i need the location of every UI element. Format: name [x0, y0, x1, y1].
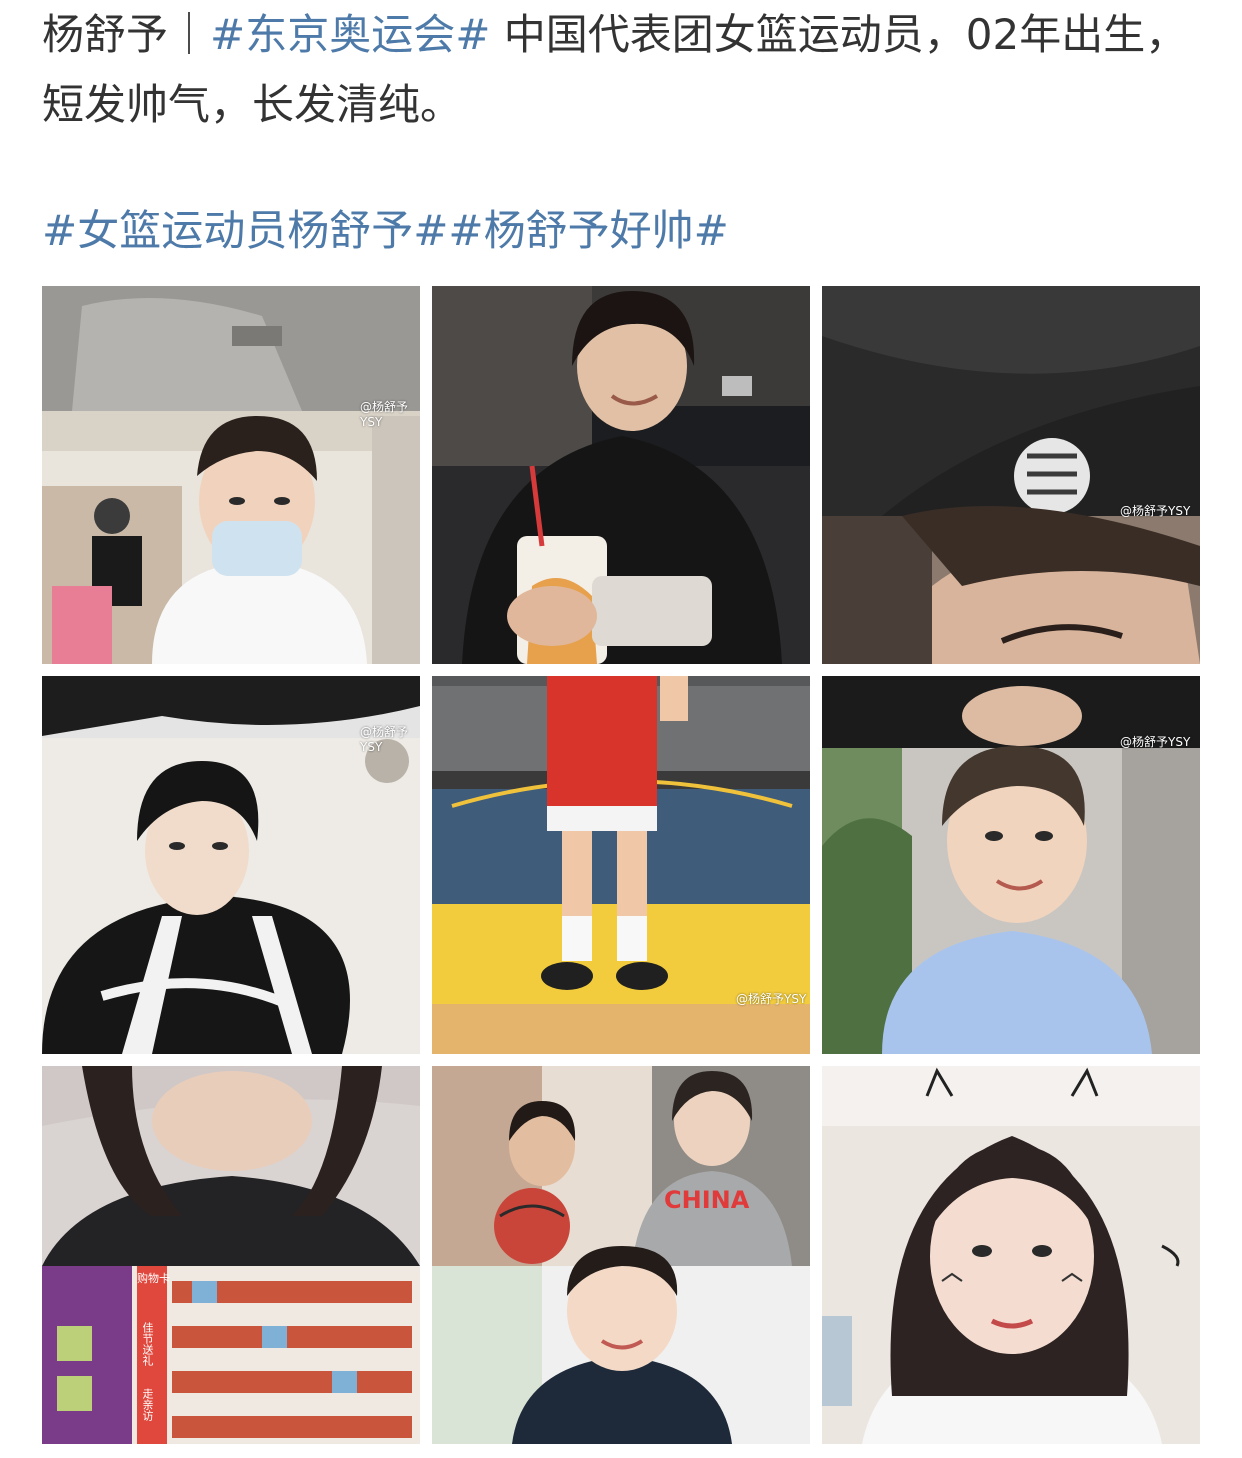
photo-hoodie-mask-supermarket [42, 286, 420, 664]
photo-long-hair-doodle-selfie [822, 1066, 1200, 1444]
watermark: @杨舒予YSY [736, 992, 807, 1006]
image-tile-6[interactable]: @杨舒予YSY [822, 676, 1200, 1054]
image-tile-3[interactable]: @杨舒予YSY [822, 286, 1200, 664]
image-grid: @杨舒予YSY @杨舒予YSY @杨舒予YSY @杨舒予YSY @杨舒予YSY … [0, 0, 1242, 1458]
image-tile-5[interactable]: @杨舒予YSY [432, 676, 810, 1054]
photo-night-street-drink [432, 286, 810, 664]
watermark: @杨舒予YSY [360, 400, 409, 429]
photo-north-face-jacket-closeup [822, 286, 1200, 664]
image-tile-1[interactable]: @杨舒予YSY [42, 286, 420, 664]
photo-team-china-shirt [432, 1066, 810, 1444]
image-tile-7[interactable]: 购物卡 佳节送礼 走亲访 [42, 1066, 420, 1444]
shirt-text: CHINA [664, 1186, 750, 1214]
photo-supermarket-long-hair [42, 1066, 420, 1444]
image-tile-2[interactable] [432, 286, 810, 664]
watermark: @杨舒予YSY [1120, 735, 1191, 749]
image-tile-8[interactable]: CHINA [432, 1066, 810, 1444]
watermark: @杨舒予YSY [360, 725, 409, 754]
watermark: @杨舒予YSY [1120, 504, 1191, 518]
promo-sign-1: 佳节送礼 [141, 1322, 154, 1366]
image-tile-4[interactable]: @杨舒予YSY [42, 676, 420, 1054]
image-tile-9[interactable] [822, 1066, 1200, 1444]
promo-sign-2: 走亲访 [141, 1388, 154, 1421]
shelf-sign: 购物卡 [137, 1272, 170, 1285]
